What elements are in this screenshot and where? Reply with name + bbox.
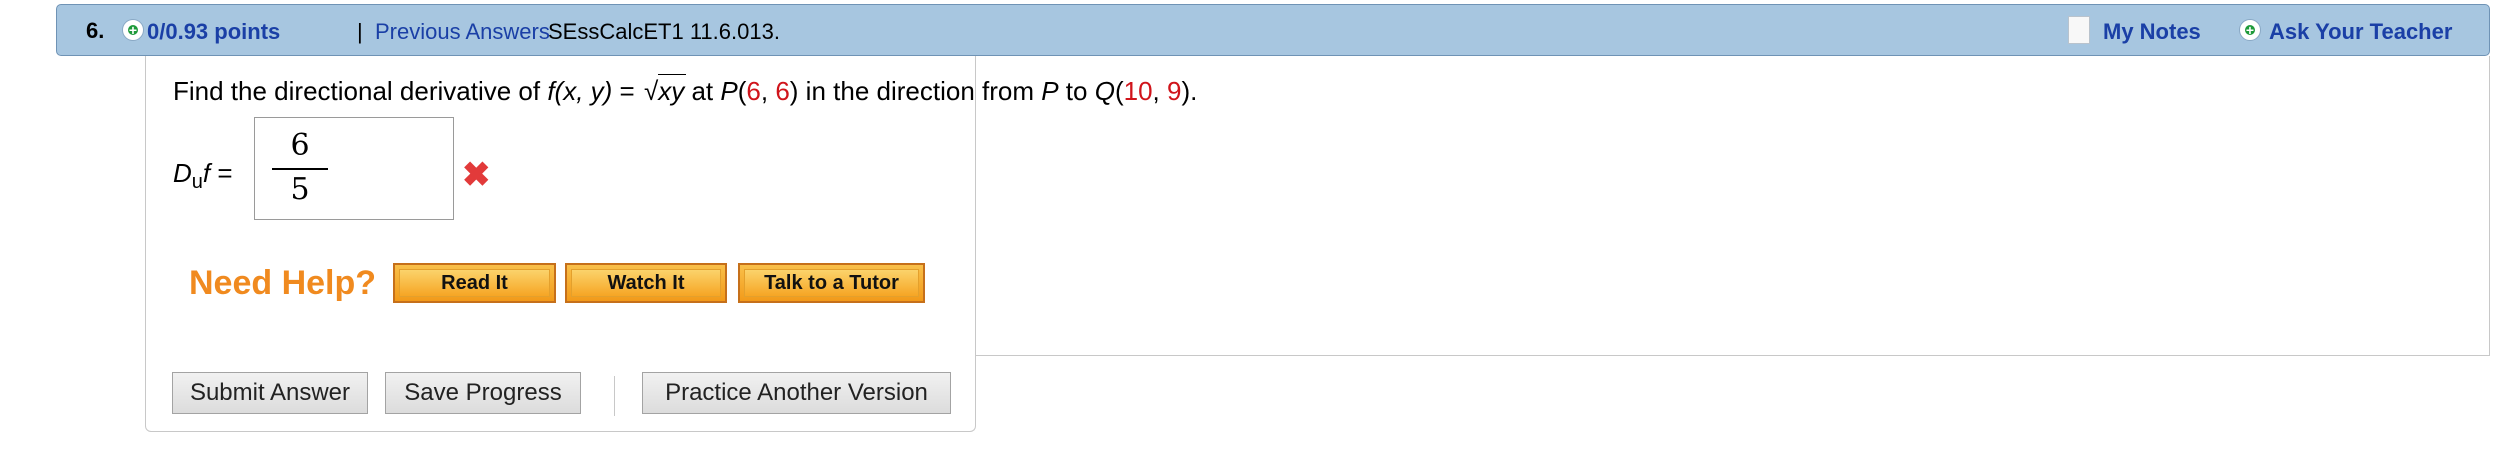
button-divider: [614, 376, 615, 416]
my-notes-link[interactable]: My Notes: [2103, 19, 2201, 45]
practice-another-version-button[interactable]: Practice Another Version: [642, 372, 951, 414]
fraction-bar: [272, 168, 328, 170]
answer-numerator: 6: [290, 128, 310, 163]
answer-denominator: 5: [290, 172, 310, 207]
expand-plus-icon[interactable]: [122, 19, 144, 41]
need-help-title: Need Help?: [189, 264, 377, 302]
watch-it-button[interactable]: Watch It: [565, 263, 727, 303]
talk-to-tutor-button[interactable]: Talk to a Tutor: [738, 263, 925, 303]
ask-teacher-link[interactable]: Ask Your Teacher: [2269, 19, 2452, 45]
sqrt-expression: √xy: [643, 74, 687, 106]
submit-answer-button[interactable]: Submit Answer: [172, 372, 368, 414]
question-header: 6. 0/0.93 points | Previous Answers SEss…: [56, 4, 2490, 56]
points-link[interactable]: 0/0.93 points: [147, 19, 280, 45]
question-text: Find the directional derivative of f(x, …: [173, 74, 1198, 106]
read-it-button[interactable]: Read It: [393, 263, 556, 303]
question-number: 6.: [86, 18, 105, 43]
notes-icon[interactable]: [2068, 16, 2090, 44]
previous-answers-link[interactable]: Previous Answers: [375, 19, 550, 45]
incorrect-x-icon: ✖: [462, 156, 491, 194]
answer-label: Duf =: [173, 158, 233, 194]
save-progress-button[interactable]: Save Progress: [385, 372, 581, 414]
header-separator: |: [357, 19, 363, 44]
ask-plus-icon[interactable]: [2239, 19, 2261, 41]
question-id: SEssCalcET1 11.6.013.: [548, 19, 780, 44]
